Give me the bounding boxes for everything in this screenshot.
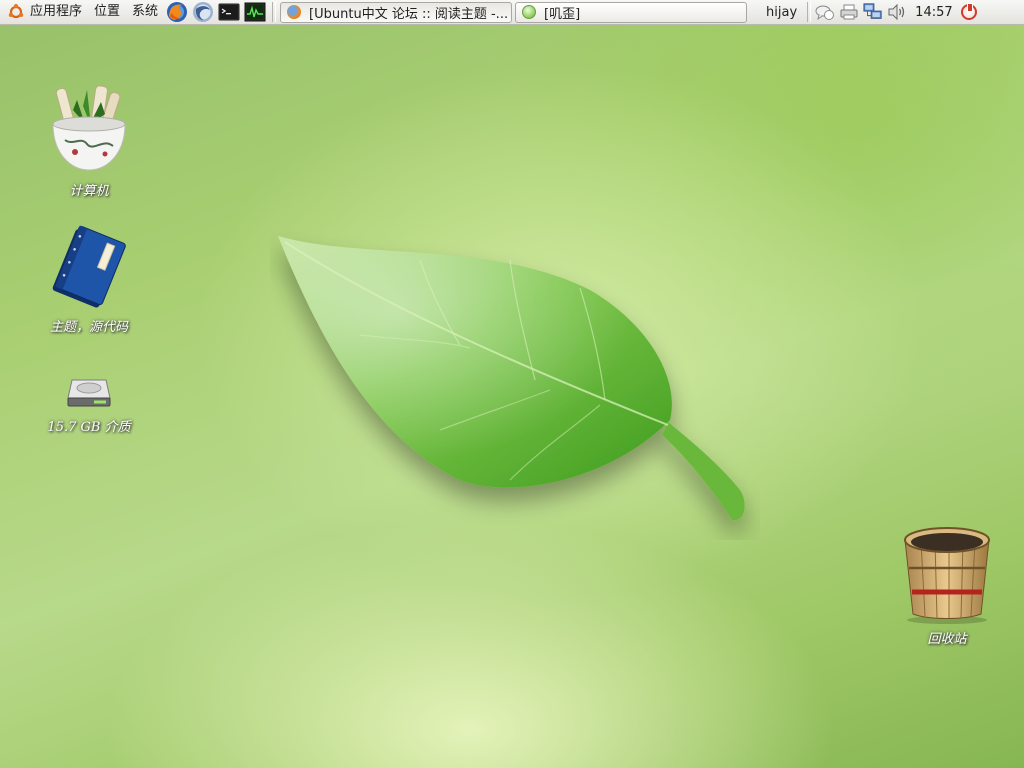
applications-menu[interactable]: 应用程序 [24,0,88,24]
desktop-icon-label: 回收站 [927,632,967,647]
book-folder-icon [52,225,126,308]
wallpaper-leaf [278,236,745,521]
chat-bubble-icon[interactable] [815,2,835,22]
terminal-icon[interactable] [218,1,240,23]
top-panel: 应用程序 位置 系统 [Ubuntu中文 论坛:: 阅读主题 -... [叽歪… [0,0,1024,25]
panel-separator [807,2,812,22]
network-icon[interactable] [863,2,883,22]
desktop[interactable]: 应用程序 位置 系统 [Ubuntu中文 论坛:: 阅读主题 -... [叽歪… [0,0,1024,768]
trash-bucket-icon [904,527,990,624]
pidgin-icon [522,5,537,19]
taskbar-button-label: [Ubuntu中文 论坛 :: 阅读主题 -... [309,6,509,22]
desktop-icon-label: 计算机 [69,184,109,199]
thunderbird-icon[interactable] [192,1,214,23]
desktop-icon-label: 15.7 GB 介质 [47,420,131,435]
panel-separator [272,2,277,22]
desktop-icon-label: 主题，源代码 [49,320,128,335]
username-label[interactable]: hijay [758,5,805,20]
taskbar-button-pidgin[interactable]: [叽歪] [515,1,748,23]
firefox-icon [287,5,302,19]
power-icon[interactable] [960,3,977,20]
clock[interactable]: 14:57 [909,5,956,20]
ubuntu-logo-icon[interactable] [8,4,24,20]
taskbar-button-firefox[interactable]: [Ubuntu中文 论坛 :: 阅读主题 -... [280,1,513,23]
system-menu[interactable]: 系统 [126,0,164,24]
taskbar-button-label: [叽歪] [544,6,581,22]
desktop-icon-trash[interactable]: 回收站 [887,524,1007,647]
desktop-icon-computer[interactable]: 计算机 [29,80,149,199]
places-menu[interactable]: 位置 [88,0,126,24]
printer-icon[interactable] [839,2,859,22]
computer-icon [52,85,126,171]
system-monitor-icon[interactable] [244,1,266,23]
volume-icon[interactable] [887,2,907,22]
desktop-icon-themes-source[interactable]: 主题，源代码 [29,222,149,335]
firefox-icon[interactable] [166,1,188,23]
desktop-icon-drive[interactable]: 15.7 GB 介质 [29,372,149,435]
drive-icon [67,379,111,407]
